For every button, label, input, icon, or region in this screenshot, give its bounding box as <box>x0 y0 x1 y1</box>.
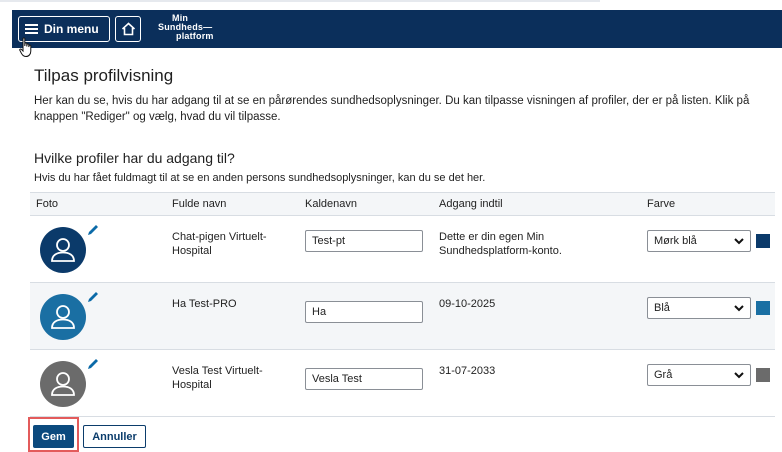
page-intro: Her kan du se, hvis du har adgang til at… <box>34 95 750 123</box>
color-select[interactable]: Grå <box>647 364 751 386</box>
nickname-input[interactable] <box>305 301 423 323</box>
header-access-until: Adgang indtil <box>439 198 503 210</box>
table-row: Chat-pigen Virtuelt-Hospital Dette er di… <box>30 216 775 283</box>
access-until: Dette er din egen Min Sundhedsplatform-k… <box>439 231 562 257</box>
edit-pencil-icon[interactable] <box>86 357 100 371</box>
table-row: Vesla Test Virtuelt-Hospital 31-07-2033 … <box>30 350 775 416</box>
person-icon <box>51 305 75 329</box>
profile-avatar[interactable] <box>40 361 86 407</box>
top-strip <box>0 0 782 10</box>
save-button[interactable]: Gem <box>33 425 74 448</box>
color-select-value: Grå <box>654 369 673 381</box>
hamburger-icon <box>25 24 38 34</box>
color-select[interactable]: Mørk blå <box>647 230 751 252</box>
header-color: Farve <box>647 198 676 210</box>
home-icon <box>121 22 135 36</box>
color-swatch <box>756 301 770 315</box>
app-header: Din menu Min Sundheds— platform <box>12 10 782 48</box>
access-until: 09-10-2025 <box>439 298 496 310</box>
header-photo: Foto <box>36 198 59 210</box>
access-until: 31-07-2033 <box>439 365 496 377</box>
profile-avatar[interactable] <box>40 227 86 273</box>
edit-pencil-icon[interactable] <box>86 290 100 304</box>
header-nickname: Kaldenavn <box>305 198 357 210</box>
table-header: Foto Fulde navn Kaldenavn Adgang indtil … <box>30 193 775 216</box>
person-icon <box>51 238 75 262</box>
person-icon <box>51 372 75 396</box>
nickname-input[interactable] <box>305 368 423 390</box>
profile-avatar[interactable] <box>40 294 86 340</box>
color-swatch <box>756 234 770 248</box>
cancel-button[interactable]: Annuller <box>83 425 146 448</box>
profile-full-name: Chat-pigen Virtuelt-Hospital <box>172 231 267 257</box>
app-logo[interactable]: Min Sundheds— platform <box>158 14 214 41</box>
header-full-name: Fulde navn <box>172 198 227 210</box>
home-button[interactable] <box>115 16 141 42</box>
color-select-value: Mørk blå <box>654 235 697 247</box>
edit-pencil-icon[interactable] <box>86 223 100 237</box>
section-title: Hvilke profiler har du adgang til? <box>34 150 235 166</box>
chevron-down-icon <box>734 371 744 378</box>
color-select-value: Blå <box>654 302 670 314</box>
menu-label: Din menu <box>44 22 99 36</box>
color-swatch <box>756 368 770 382</box>
page-title: Tilpas profilvisning <box>34 66 174 85</box>
color-select[interactable]: Blå <box>647 297 751 319</box>
section-subtitle: Hvis du har fået fuldmagt til at se en a… <box>34 172 486 184</box>
logo-line-3: platform <box>176 31 214 41</box>
profile-full-name: Vesla Test Virtuelt-Hospital <box>172 365 263 391</box>
nickname-input[interactable] <box>305 230 423 252</box>
chevron-down-icon <box>734 237 744 244</box>
chevron-down-icon <box>734 304 744 311</box>
hand-cursor-icon <box>19 37 32 58</box>
table-row: Ha Test-PRO 09-10-2025 Blå <box>30 283 775 350</box>
profiles-table: Foto Fulde navn Kaldenavn Adgang indtil … <box>30 192 775 417</box>
profile-full-name: Ha Test-PRO <box>172 298 237 310</box>
